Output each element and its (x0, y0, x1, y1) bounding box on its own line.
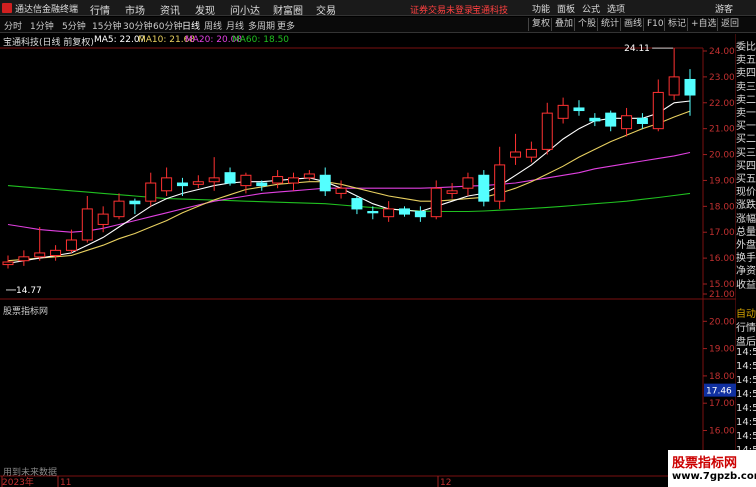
watermark-url: www.7gpzb.com (672, 471, 756, 482)
price-tick-label: 19.00 (709, 176, 735, 186)
candle-up (510, 151, 522, 158)
indicator-tick-label: 21.00 (709, 290, 735, 300)
candle-up (113, 200, 125, 218)
high-label: 24.11 (624, 44, 650, 54)
sidebar-label: 收益 (736, 279, 756, 291)
price-tick-label: 16.00 (709, 254, 735, 264)
candle-down (605, 112, 617, 127)
candle-down (636, 117, 648, 124)
sidebar-trade-item: 14:5 (736, 375, 756, 386)
price-tick-label: 20.00 (709, 151, 735, 161)
candle-up (446, 190, 458, 194)
indicator-tick-label: 19.00 (709, 345, 735, 355)
candle-down (399, 208, 411, 215)
price-tick-label: 22.00 (709, 99, 735, 109)
watermark: 股票指标网 www.7gpzb.com (668, 450, 756, 487)
price-tick-label: 24.00 (709, 47, 735, 57)
candle-up (652, 91, 664, 130)
candle-down (129, 200, 141, 205)
sidebar-trade-item: 14:5 (736, 389, 756, 400)
indicator-tick-label: 16.00 (709, 427, 735, 437)
sidebar-trade-item: 14:5 (736, 431, 756, 442)
ma10-line (7, 110, 691, 262)
price-tick-label: 21.00 (709, 125, 735, 135)
candle-up (383, 208, 395, 218)
price-tick-label: 17.00 (709, 228, 735, 238)
candle-up (208, 177, 220, 183)
candle-down (478, 174, 490, 202)
candle-up (18, 256, 30, 262)
indicator-tick-label: 20.00 (709, 317, 735, 327)
candle-up (192, 181, 204, 185)
candle-up (557, 104, 569, 119)
candle-up (161, 177, 173, 192)
candle-up (145, 182, 157, 202)
candle-down (224, 172, 236, 184)
sidebar-trade-item: 14:5 (736, 403, 756, 414)
candle-up (462, 177, 474, 189)
sidebar-trade-item: 14:5 (736, 347, 756, 358)
candle-down (684, 78, 696, 96)
candle-up (34, 252, 46, 258)
sidebar-trade-item: 自动 (736, 309, 756, 320)
price-tick-label: 23.00 (709, 73, 735, 83)
candle-down (573, 107, 585, 112)
candle-up (81, 208, 93, 241)
date-label: 12 (440, 478, 451, 487)
candle-down (414, 211, 426, 218)
candle-up (303, 173, 315, 179)
candle-up (525, 148, 537, 158)
candle-up (430, 187, 442, 218)
sidebar-trade-item: 14:5 (736, 417, 756, 428)
sidebar-trade-item: 盘后 (736, 337, 756, 348)
candle-down (176, 182, 188, 187)
candle-up (240, 174, 252, 187)
sidebar-trade-item: 行情 (736, 323, 756, 334)
candle-up (287, 177, 299, 184)
watermark-title: 股票指标网 (672, 456, 738, 471)
candle-down (319, 174, 331, 192)
price-tick-label: 15.00 (709, 280, 735, 290)
candle-up (65, 239, 77, 251)
indicator-panel-title[interactable]: 股票指标网 (3, 304, 48, 317)
candle-up (621, 115, 633, 130)
candle-up (335, 187, 347, 194)
candle-up (97, 213, 109, 225)
candle-up (494, 164, 506, 202)
candle-down (351, 198, 363, 210)
date-label: 11 (60, 478, 71, 487)
candle-down (367, 211, 379, 214)
ma60-line (7, 185, 691, 213)
sidebar-trade-item: 14:5 (736, 361, 756, 372)
low-label: 14.77 (16, 286, 42, 296)
candle-up (541, 112, 553, 150)
candle-down (256, 182, 268, 187)
candle-down (589, 117, 601, 122)
price-tick-label: 18.00 (709, 202, 735, 212)
candle-up (2, 261, 14, 266)
candle-up (272, 176, 284, 184)
indicator-tick-label: 17.00 (709, 399, 735, 409)
indicator-tick-label: 18.00 (709, 372, 735, 382)
kline-chart[interactable]: 24.00 23.00 22.00 21.00 20.00 19.00 18.00 17.00… (0, 0, 736, 487)
indicator-current-value: 17.46 (706, 387, 732, 397)
candle-up (50, 249, 62, 257)
ma5-line (7, 100, 691, 264)
candle-up (668, 76, 680, 96)
indicator-footer: 用到未来数据 (3, 468, 58, 478)
